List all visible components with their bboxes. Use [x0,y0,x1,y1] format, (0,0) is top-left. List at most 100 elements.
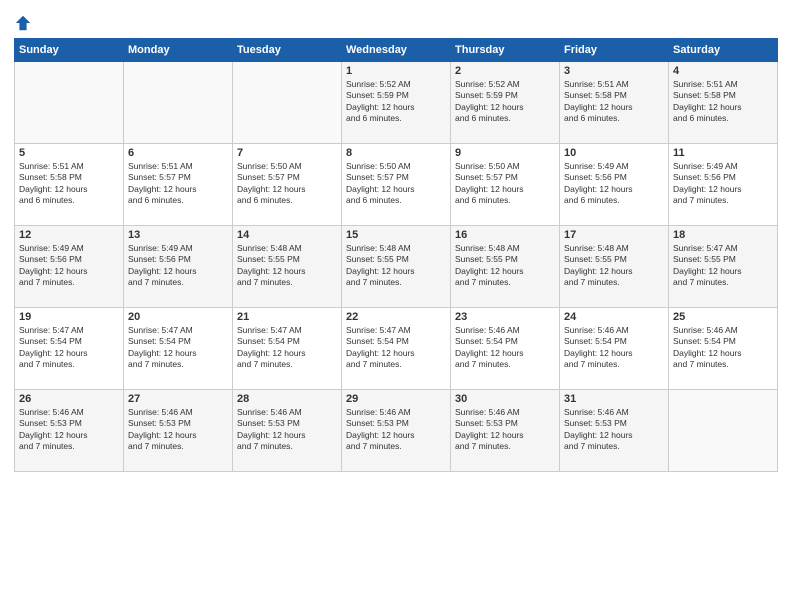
calendar-cell: 15 Sunrise: 5:48 AM Sunset: 5:55 PM Dayli… [342,226,451,308]
day-info: Sunrise: 5:48 AM Sunset: 5:55 PM Dayligh… [455,243,555,289]
col-header-friday: Friday [560,39,669,62]
calendar-week-3: 12 Sunrise: 5:49 AM Sunset: 5:56 PM Dayli… [15,226,778,308]
calendar-cell: 24 Sunrise: 5:46 AM Sunset: 5:54 PM Dayli… [560,308,669,390]
calendar-cell [124,62,233,144]
day-info: Sunrise: 5:46 AM Sunset: 5:53 PM Dayligh… [346,407,446,453]
day-info: Sunrise: 5:46 AM Sunset: 5:53 PM Dayligh… [237,407,337,453]
day-number: 3 [564,65,664,77]
calendar: SundayMondayTuesdayWednesdayThursdayFrid… [14,38,778,472]
calendar-cell: 2 Sunrise: 5:52 AM Sunset: 5:59 PM Daylig… [451,62,560,144]
day-info: Sunrise: 5:47 AM Sunset: 5:55 PM Dayligh… [673,243,773,289]
calendar-cell: 3 Sunrise: 5:51 AM Sunset: 5:58 PM Daylig… [560,62,669,144]
day-info: Sunrise: 5:46 AM Sunset: 5:53 PM Dayligh… [564,407,664,453]
col-header-monday: Monday [124,39,233,62]
calendar-cell: 10Sunrise: 5:49 AM Sunset: 5:56 PM Dayli… [560,144,669,226]
day-number: 11 [673,147,773,159]
calendar-cell: 7 Sunrise: 5:50 AM Sunset: 5:57 PM Daylig… [233,144,342,226]
day-number: 9 [455,147,555,159]
day-number: 16 [455,229,555,241]
calendar-cell [669,390,778,472]
page: SundayMondayTuesdayWednesdayThursdayFrid… [0,0,792,612]
calendar-cell: 4Sunrise: 5:51 AM Sunset: 5:58 PM Daylig… [669,62,778,144]
calendar-cell: 18 Sunrise: 5:47 AM Sunset: 5:55 PM Dayli… [669,226,778,308]
day-number: 31 [564,393,664,405]
day-number: 21 [237,311,337,323]
calendar-cell: 27Sunrise: 5:46 AM Sunset: 5:53 PM Dayli… [124,390,233,472]
day-number: 14 [237,229,337,241]
day-info: Sunrise: 5:50 AM Sunset: 5:57 PM Dayligh… [455,161,555,207]
calendar-cell: 17 Sunrise: 5:48 AM Sunset: 5:55 PM Dayli… [560,226,669,308]
day-info: Sunrise: 5:46 AM Sunset: 5:53 PM Dayligh… [455,407,555,453]
day-info: Sunrise: 5:52 AM Sunset: 5:59 PM Dayligh… [455,79,555,125]
day-number: 29 [346,393,446,405]
day-info: Sunrise: 5:47 AM Sunset: 5:54 PM Dayligh… [346,325,446,371]
day-info: Sunrise: 5:46 AM Sunset: 5:54 PM Dayligh… [455,325,555,371]
day-number: 12 [19,229,119,241]
day-number: 22 [346,311,446,323]
calendar-week-5: 26Sunrise: 5:46 AM Sunset: 5:53 PM Dayli… [15,390,778,472]
day-info: Sunrise: 5:47 AM Sunset: 5:54 PM Dayligh… [19,325,119,371]
col-header-thursday: Thursday [451,39,560,62]
day-number: 2 [455,65,555,77]
day-number: 13 [128,229,228,241]
calendar-cell: 28Sunrise: 5:46 AM Sunset: 5:53 PM Dayli… [233,390,342,472]
calendar-cell: 31 Sunrise: 5:46 AM Sunset: 5:53 PM Dayli… [560,390,669,472]
day-number: 20 [128,311,228,323]
day-info: Sunrise: 5:51 AM Sunset: 5:57 PM Dayligh… [128,161,228,207]
day-info: Sunrise: 5:48 AM Sunset: 5:55 PM Dayligh… [564,243,664,289]
calendar-cell: 29 Sunrise: 5:46 AM Sunset: 5:53 PM Dayli… [342,390,451,472]
calendar-cell: 1Sunrise: 5:52 AM Sunset: 5:59 PM Daylig… [342,62,451,144]
day-number: 18 [673,229,773,241]
day-info: Sunrise: 5:48 AM Sunset: 5:55 PM Dayligh… [346,243,446,289]
calendar-cell [15,62,124,144]
calendar-cell: 26Sunrise: 5:46 AM Sunset: 5:53 PM Dayli… [15,390,124,472]
day-info: Sunrise: 5:48 AM Sunset: 5:55 PM Dayligh… [237,243,337,289]
day-number: 19 [19,311,119,323]
day-info: Sunrise: 5:50 AM Sunset: 5:57 PM Dayligh… [237,161,337,207]
day-number: 15 [346,229,446,241]
col-header-saturday: Saturday [669,39,778,62]
day-info: Sunrise: 5:46 AM Sunset: 5:53 PM Dayligh… [19,407,119,453]
logo-icon [14,14,32,32]
day-info: Sunrise: 5:49 AM Sunset: 5:56 PM Dayligh… [19,243,119,289]
day-number: 5 [19,147,119,159]
day-info: Sunrise: 5:50 AM Sunset: 5:57 PM Dayligh… [346,161,446,207]
logo [14,14,34,32]
calendar-cell: 12 Sunrise: 5:49 AM Sunset: 5:56 PM Dayli… [15,226,124,308]
calendar-cell: 16 Sunrise: 5:48 AM Sunset: 5:55 PM Dayli… [451,226,560,308]
col-header-tuesday: Tuesday [233,39,342,62]
calendar-cell: 14 Sunrise: 5:48 AM Sunset: 5:55 PM Dayli… [233,226,342,308]
day-info: Sunrise: 5:51 AM Sunset: 5:58 PM Dayligh… [673,79,773,125]
day-info: Sunrise: 5:46 AM Sunset: 5:54 PM Dayligh… [564,325,664,371]
calendar-week-1: 1Sunrise: 5:52 AM Sunset: 5:59 PM Daylig… [15,62,778,144]
calendar-cell: 22 Sunrise: 5:47 AM Sunset: 5:54 PM Dayli… [342,308,451,390]
day-info: Sunrise: 5:46 AM Sunset: 5:54 PM Dayligh… [673,325,773,371]
day-info: Sunrise: 5:51 AM Sunset: 5:58 PM Dayligh… [564,79,664,125]
calendar-week-4: 19 Sunrise: 5:47 AM Sunset: 5:54 PM Dayli… [15,308,778,390]
day-number: 24 [564,311,664,323]
calendar-cell: 19 Sunrise: 5:47 AM Sunset: 5:54 PM Dayli… [15,308,124,390]
calendar-week-2: 5 Sunrise: 5:51 AM Sunset: 5:58 PM Daylig… [15,144,778,226]
day-info: Sunrise: 5:47 AM Sunset: 5:54 PM Dayligh… [237,325,337,371]
day-number: 17 [564,229,664,241]
day-number: 8 [346,147,446,159]
calendar-cell: 25Sunrise: 5:46 AM Sunset: 5:54 PM Dayli… [669,308,778,390]
day-number: 6 [128,147,228,159]
day-info: Sunrise: 5:51 AM Sunset: 5:58 PM Dayligh… [19,161,119,207]
calendar-cell: 6 Sunrise: 5:51 AM Sunset: 5:57 PM Daylig… [124,144,233,226]
header [14,10,778,32]
col-header-wednesday: Wednesday [342,39,451,62]
calendar-cell: 21 Sunrise: 5:47 AM Sunset: 5:54 PM Dayli… [233,308,342,390]
day-number: 7 [237,147,337,159]
day-info: Sunrise: 5:49 AM Sunset: 5:56 PM Dayligh… [564,161,664,207]
col-header-sunday: Sunday [15,39,124,62]
calendar-cell: 30 Sunrise: 5:46 AM Sunset: 5:53 PM Dayli… [451,390,560,472]
calendar-cell: 11 Sunrise: 5:49 AM Sunset: 5:56 PM Dayli… [669,144,778,226]
day-info: Sunrise: 5:47 AM Sunset: 5:54 PM Dayligh… [128,325,228,371]
day-number: 30 [455,393,555,405]
day-info: Sunrise: 5:52 AM Sunset: 5:59 PM Dayligh… [346,79,446,125]
calendar-cell [233,62,342,144]
day-info: Sunrise: 5:49 AM Sunset: 5:56 PM Dayligh… [673,161,773,207]
calendar-header-row: SundayMondayTuesdayWednesdayThursdayFrid… [15,39,778,62]
calendar-cell: 20 Sunrise: 5:47 AM Sunset: 5:54 PM Dayli… [124,308,233,390]
